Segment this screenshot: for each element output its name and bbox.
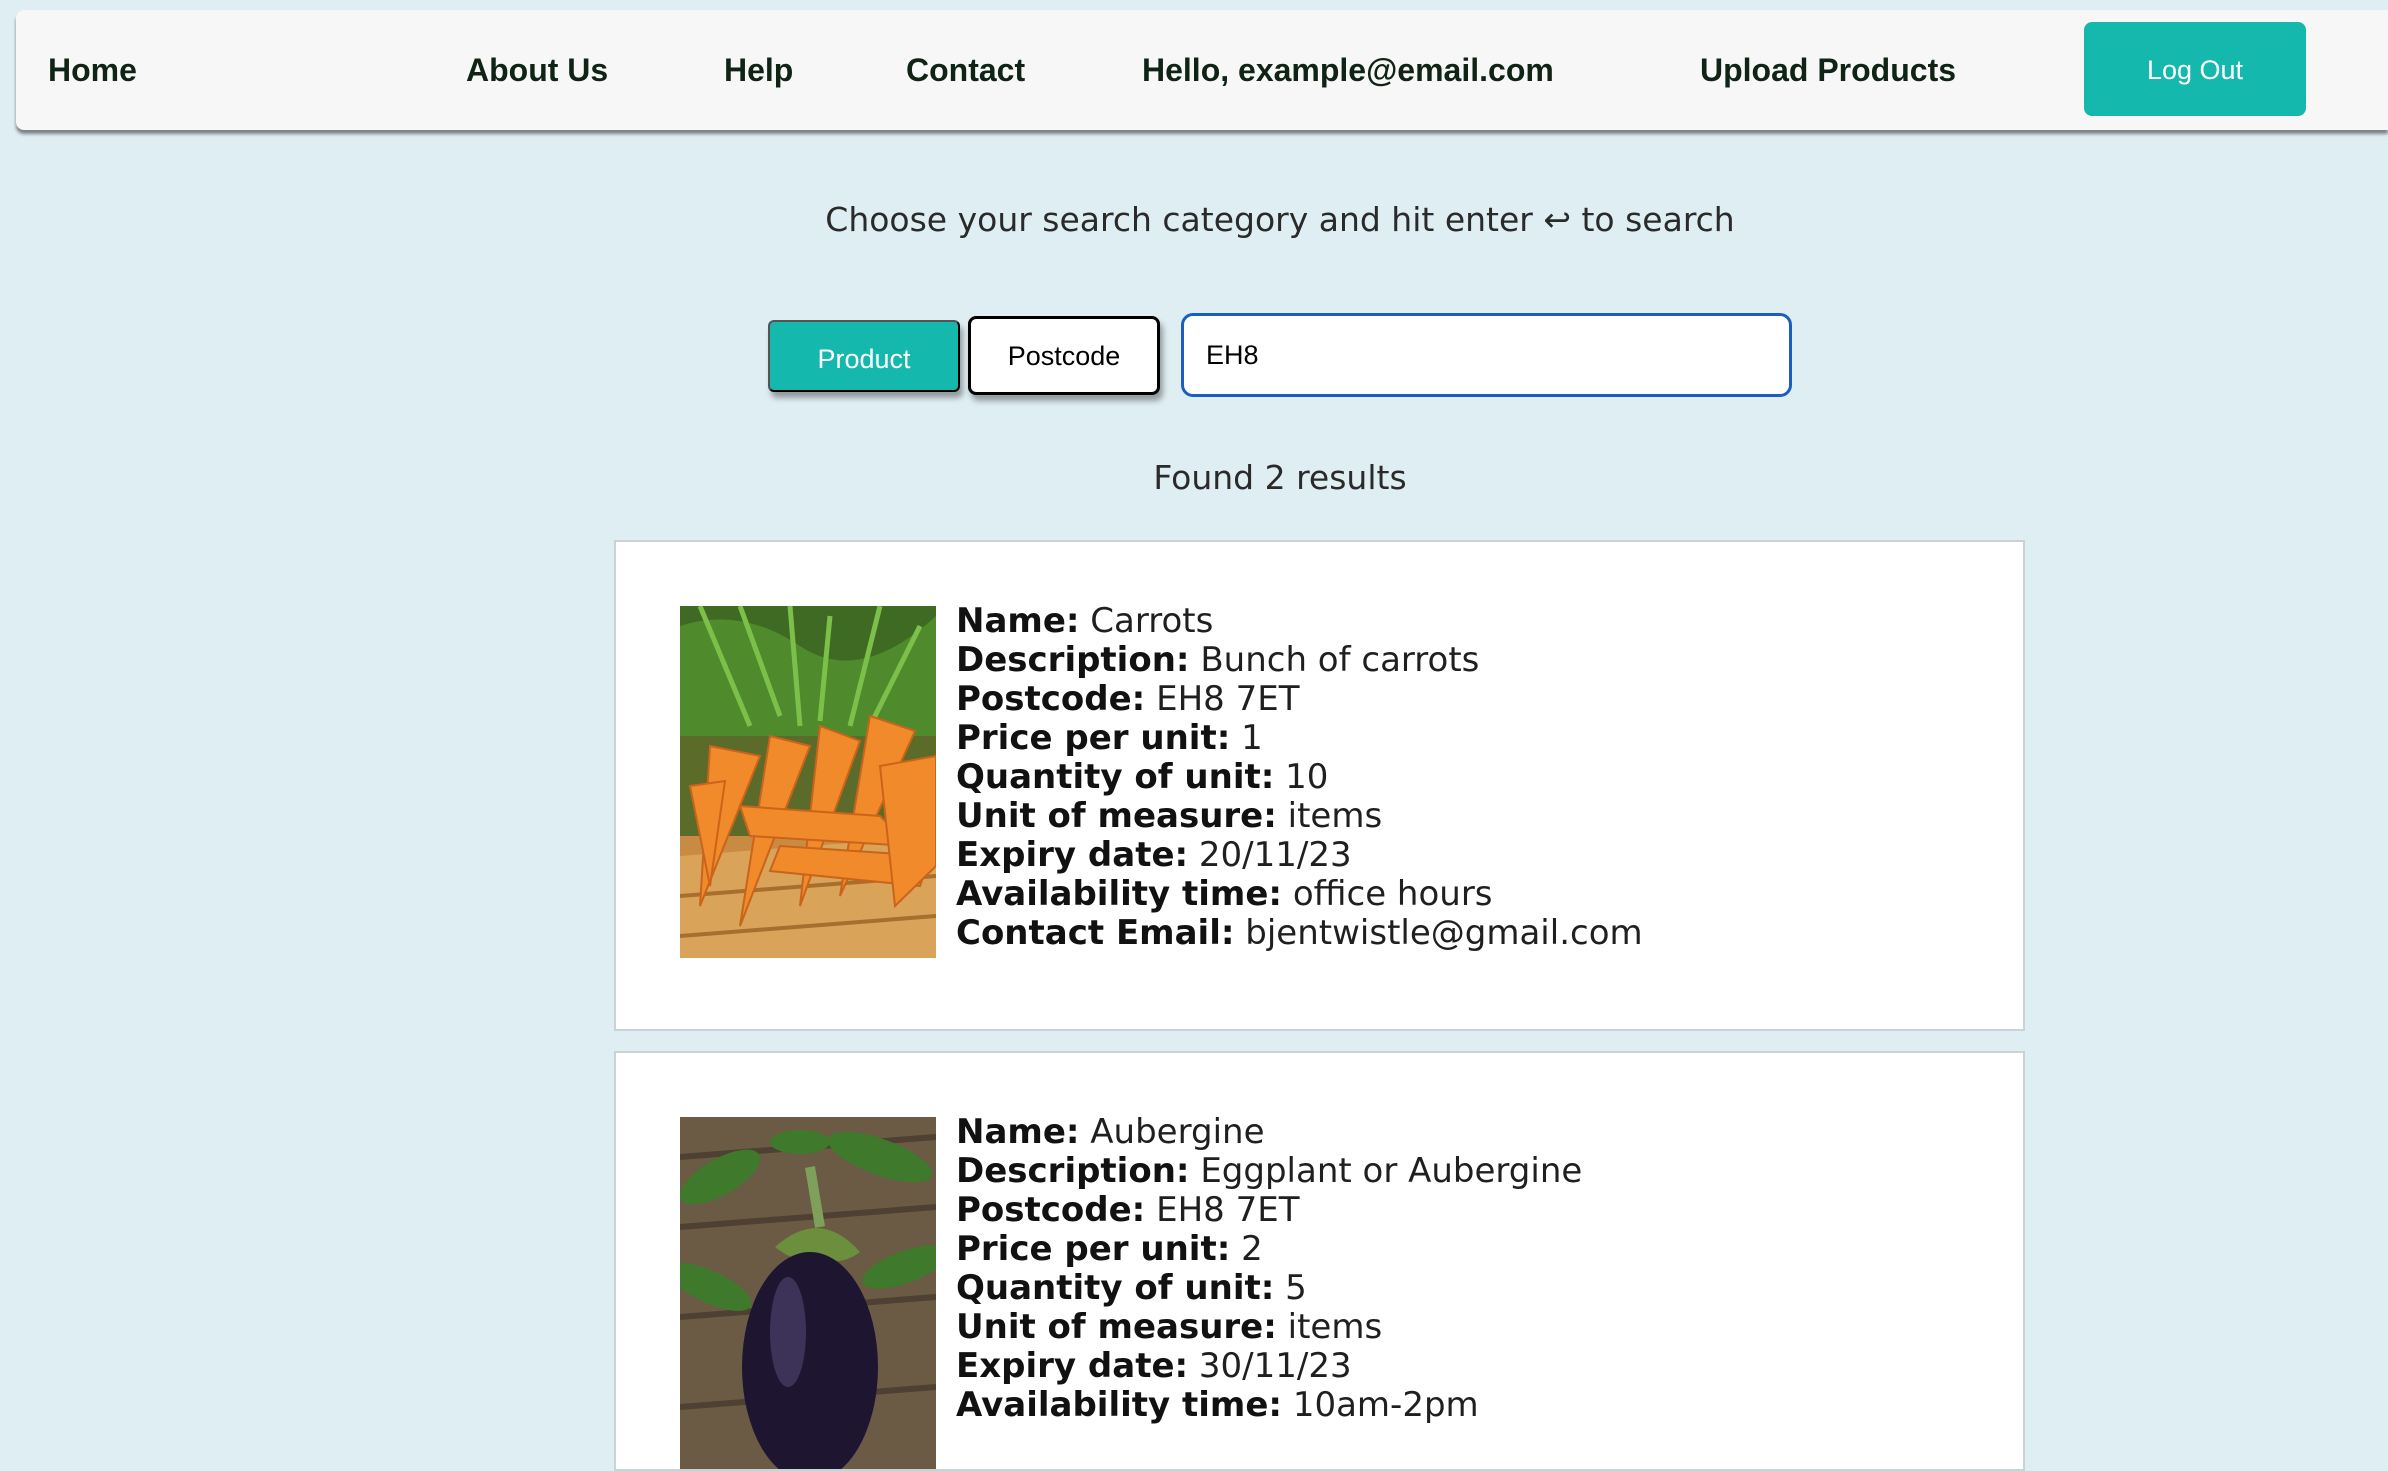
logout-button[interactable]: Log Out bbox=[2084, 22, 2306, 116]
carrots-image bbox=[680, 606, 936, 958]
aubergine-image bbox=[680, 1117, 936, 1469]
product-card: Name: Carrots Description: Bunch of carr… bbox=[614, 540, 2025, 1031]
detail-name: Name: Carrots bbox=[956, 601, 1214, 641]
detail-email: Contact Email: bjentwistle@gmail.com bbox=[956, 913, 1643, 953]
nav-upload-products-link[interactable]: Upload Products bbox=[1700, 10, 1956, 130]
search-instructions-text: Choose your search category and hit ente… bbox=[825, 200, 1735, 239]
product-card: Name: Aubergine Description: Eggplant or… bbox=[614, 1051, 2025, 1471]
top-navbar: Home About Us Help Contact Hello, exampl… bbox=[16, 10, 2388, 130]
carrots-picture bbox=[680, 606, 936, 958]
detail-price: Price per unit: 1 bbox=[956, 718, 1263, 758]
nav-home-link[interactable]: Home bbox=[48, 10, 137, 130]
detail-quantity: Quantity of unit: 5 bbox=[956, 1268, 1307, 1308]
category-product-button[interactable]: Product bbox=[768, 320, 960, 392]
search-input[interactable] bbox=[1181, 313, 1792, 397]
detail-unit: Unit of measure: items bbox=[956, 796, 1383, 836]
detail-postcode: Postcode: EH8 7ET bbox=[956, 679, 1300, 719]
detail-postcode: Postcode: EH8 7ET bbox=[956, 1190, 1300, 1230]
detail-unit: Unit of measure: items bbox=[956, 1307, 1383, 1347]
search-instructions: Choose your search category and hit ente… bbox=[0, 200, 2388, 239]
category-postcode-button[interactable]: Postcode bbox=[968, 316, 1160, 395]
aubergine-picture bbox=[680, 1117, 936, 1469]
detail-quantity: Quantity of unit: 10 bbox=[956, 757, 1329, 797]
nav-contact-link[interactable]: Contact bbox=[906, 10, 1025, 130]
product-details: Name: Carrots Description: Bunch of carr… bbox=[956, 602, 1643, 953]
detail-expiry: Expiry date: 30/11/23 bbox=[956, 1346, 1352, 1386]
results-count: Found 2 results bbox=[1153, 458, 1407, 497]
user-greeting: Hello, example@email.com bbox=[1142, 52, 1554, 88]
detail-description: Description: Eggplant or Aubergine bbox=[956, 1151, 1583, 1191]
detail-price: Price per unit: 2 bbox=[956, 1229, 1263, 1269]
detail-availability: Availability time: office hours bbox=[956, 874, 1493, 914]
detail-name: Name: Aubergine bbox=[956, 1112, 1265, 1152]
nav-about-link[interactable]: About Us bbox=[466, 10, 608, 130]
detail-expiry: Expiry date: 20/11/23 bbox=[956, 835, 1352, 875]
detail-availability: Availability time: 10am-2pm bbox=[956, 1385, 1479, 1425]
nav-help-link[interactable]: Help bbox=[724, 10, 793, 130]
product-details: Name: Aubergine Description: Eggplant or… bbox=[956, 1113, 1582, 1425]
detail-description: Description: Bunch of carrots bbox=[956, 640, 1480, 680]
